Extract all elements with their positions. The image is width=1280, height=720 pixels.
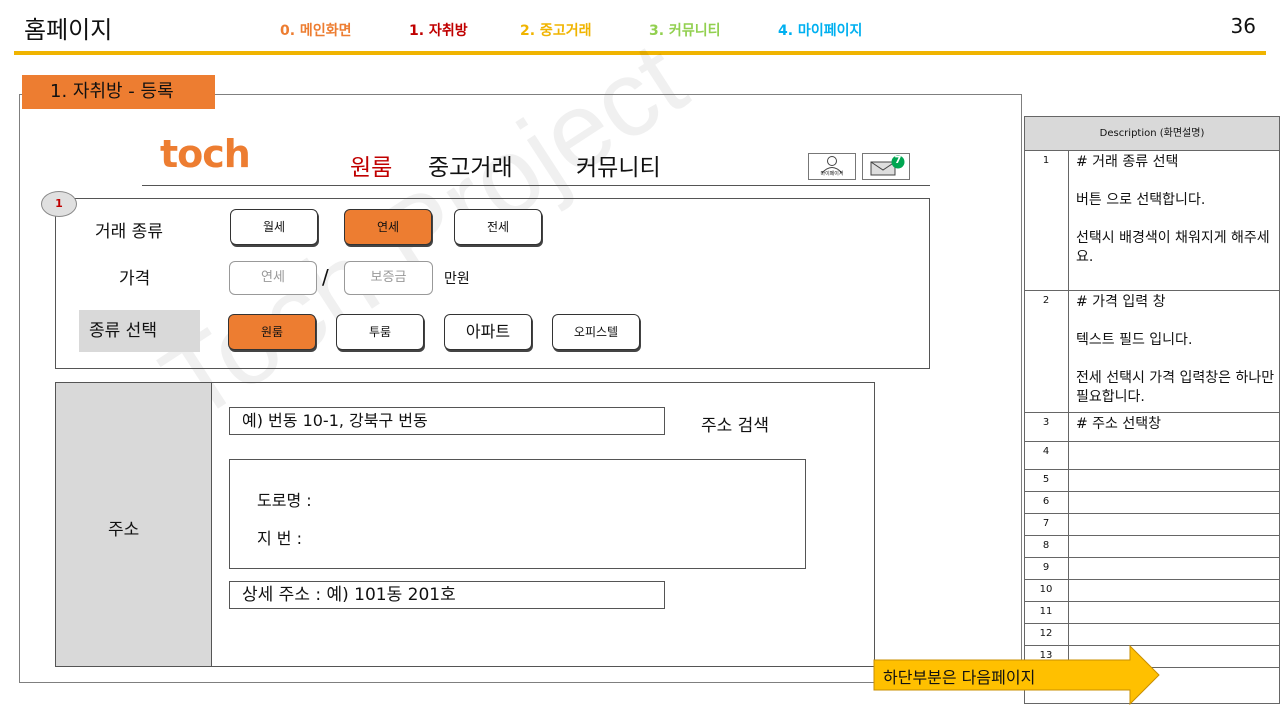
description-row: 8	[1024, 536, 1280, 558]
description-row-number: 7	[1042, 518, 1050, 529]
price-label: 가격	[119, 269, 151, 289]
annotation-badge: 1	[41, 191, 77, 217]
app-nav-community[interactable]: 커뮤니티	[576, 148, 661, 182]
kind-tworoom-button[interactable]: 투룸	[336, 314, 424, 350]
description-header: Description (화면설명)	[1024, 116, 1280, 151]
address-detail-input[interactable]: 상세 주소 : 예) 101동 201호	[229, 581, 665, 609]
description-row: 4	[1024, 442, 1280, 470]
description-row: 12	[1024, 624, 1280, 646]
description-row: 1 # 거래 종류 선택 버튼 으로 선택합니다. 선택시 배경색이 채워지게 …	[1024, 151, 1280, 291]
page-title: 홈페이지	[24, 16, 113, 44]
address-search-input[interactable]: 예) 번동 10-1, 강북구 번동	[229, 407, 665, 435]
message-icon-button[interactable]: 7	[862, 153, 910, 180]
mypage-icon-button[interactable]: 마이페이지	[808, 153, 856, 180]
description-row-number: 9	[1042, 562, 1050, 573]
price-unit: 만원	[444, 271, 470, 287]
mypage-icon-label: 마이페이지	[820, 171, 844, 177]
top-nav-mypage[interactable]: 4. 마이페이지	[778, 20, 862, 40]
app-nav-oneroom[interactable]: 원룸	[350, 148, 392, 182]
top-nav-community[interactable]: 3. 커뮤니티	[649, 20, 720, 40]
app-logo[interactable]: toch	[160, 132, 251, 176]
description-row-number: 5	[1042, 474, 1050, 485]
top-nav-room[interactable]: 1. 자취방	[409, 20, 468, 40]
slide-number: 36	[1230, 14, 1256, 38]
app-nav-divider	[142, 185, 930, 186]
kind-apartment-button[interactable]: 아파트	[444, 314, 532, 350]
description-row-number: 12	[1039, 628, 1053, 639]
price-yearly-input[interactable]: 연세	[229, 261, 317, 295]
description-row-number: 8	[1042, 540, 1050, 551]
kind-label: 종류 선택	[79, 310, 200, 352]
top-nav-used[interactable]: 2. 중고거래	[520, 20, 591, 40]
price-separator: /	[322, 265, 329, 289]
section-tag: 1. 자취방 - 등록	[22, 75, 215, 109]
deal-type-label: 거래 종류	[95, 222, 163, 242]
description-row: 11	[1024, 602, 1280, 624]
description-row: 5	[1024, 470, 1280, 492]
deal-monthly-button[interactable]: 월세	[230, 209, 318, 245]
road-address-label: 도로명 :	[257, 491, 312, 510]
address-search-button[interactable]: 주소 검색	[701, 411, 769, 436]
description-row-number: 1	[1042, 155, 1050, 166]
lot-address-label: 지 번 :	[257, 529, 303, 548]
address-result-box	[229, 459, 806, 569]
description-row-number: 6	[1042, 496, 1050, 507]
kind-oneroom-button[interactable]: 원룸	[228, 314, 316, 350]
deal-jeonse-button[interactable]: 전세	[454, 209, 542, 245]
deal-yearly-button[interactable]: 연세	[344, 209, 432, 245]
description-row-number: 4	[1042, 446, 1050, 457]
address-label: 주소	[108, 520, 140, 540]
description-row-text: # 주소 선택창	[1076, 416, 1162, 432]
description-row: 7	[1024, 514, 1280, 536]
description-row-number: 3	[1042, 417, 1050, 428]
description-row: 9	[1024, 558, 1280, 580]
description-row-number: 10	[1039, 584, 1053, 595]
price-deposit-input[interactable]: 보증금	[344, 261, 433, 295]
description-row: 10	[1024, 580, 1280, 602]
message-count-badge: 7	[894, 155, 902, 166]
kind-officetel-button[interactable]: 오피스텔	[552, 314, 640, 350]
description-row-text: # 거래 종류 선택 버튼 으로 선택합니다. 선택시 배경색이 채워지게 해주…	[1076, 154, 1270, 265]
description-row: 3 # 주소 선택창	[1024, 413, 1280, 442]
top-nav-main[interactable]: 0. 메인화면	[280, 20, 351, 40]
description-row-number: 11	[1039, 606, 1053, 617]
description-row-text: # 가격 입력 창 텍스트 필드 입니다. 전세 선택시 가격 입력창은 하나만…	[1076, 294, 1275, 405]
description-row: 6	[1024, 492, 1280, 514]
description-row-number: 2	[1042, 295, 1050, 306]
next-page-note: 하단부분은 다음페이지	[883, 668, 1036, 687]
app-nav-used[interactable]: 중고거래	[428, 148, 513, 182]
description-row: 2 # 가격 입력 창 텍스트 필드 입니다. 전세 선택시 가격 입력창은 하…	[1024, 291, 1280, 413]
